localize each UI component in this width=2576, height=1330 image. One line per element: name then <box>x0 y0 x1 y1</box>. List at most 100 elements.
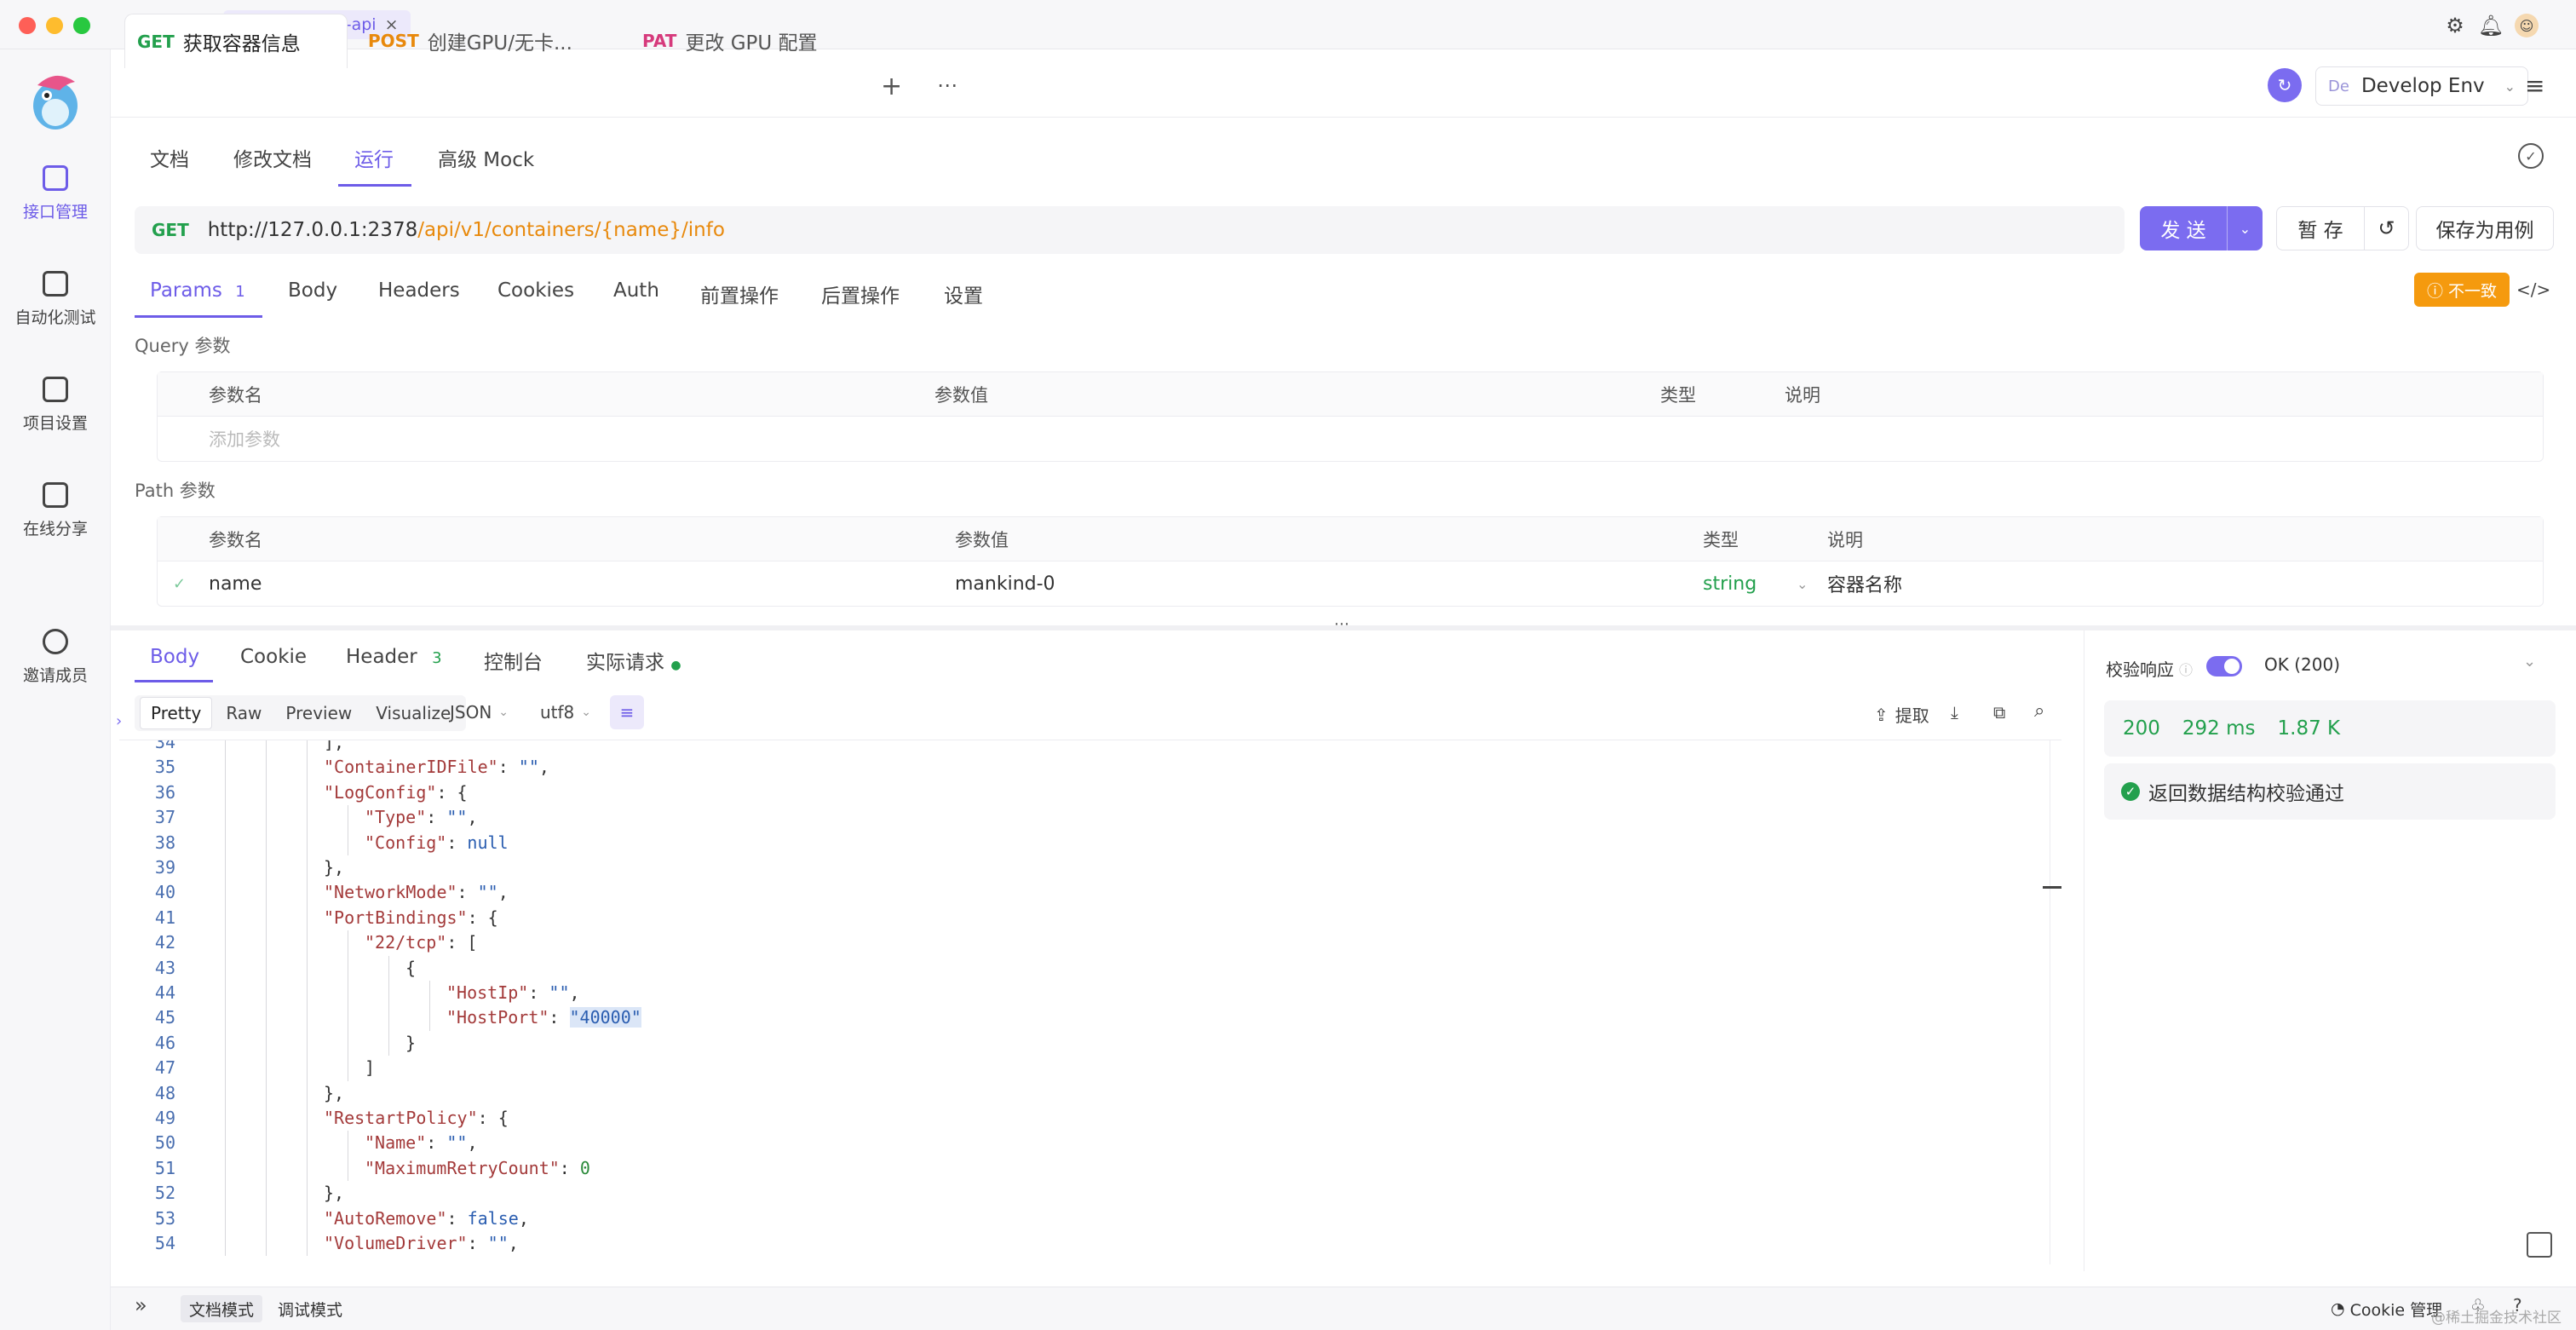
extract-button[interactable]: ⇪ 提取 <box>1874 702 1929 727</box>
add-param-input[interactable]: 添加参数 <box>209 417 280 461</box>
copy-icon[interactable]: ⧉ <box>1993 702 2005 723</box>
param-name[interactable]: name <box>209 561 262 606</box>
settings-icon[interactable]: ⚙ <box>2443 14 2467 37</box>
environment-select[interactable]: De Develop Env ⌄ <box>2315 66 2528 106</box>
indent-guide <box>266 1056 267 1081</box>
request-tab-create-gpu[interactable]: POST 创建GPU/无卡... <box>356 14 629 68</box>
sidebar-item-project-settings[interactable]: 项目设置 <box>0 358 111 452</box>
tab-pre-actions[interactable]: 前置操作 <box>700 279 779 308</box>
tab-settings[interactable]: 设置 <box>944 279 983 308</box>
chevron-down-icon[interactable]: ⌄ <box>2523 653 2536 671</box>
resp-tab-header[interactable]: Header 3 <box>346 646 442 668</box>
code-icon[interactable]: </> <box>2516 279 2550 300</box>
tab-post-actions[interactable]: 后置操作 <box>821 279 900 308</box>
indent-guide <box>388 955 389 981</box>
tab-params[interactable]: Params 1 <box>150 279 245 302</box>
send-options-chevron-icon[interactable]: ⌄ <box>2227 206 2263 250</box>
expand-sidebar-icon[interactable]: » <box>135 1293 147 1317</box>
view-tab-preview[interactable]: Preview <box>275 698 362 728</box>
help-icon[interactable]: ⓘ <box>2179 659 2193 679</box>
sidebar-item-label: 在线分享 <box>22 519 88 538</box>
sidebar-item-online-share[interactable]: 在线分享 <box>0 463 111 557</box>
inconsistent-badge[interactable]: ⓘ 不一致 <box>2414 273 2510 307</box>
method-badge: POST <box>368 31 419 51</box>
param-value[interactable]: mankind-0 <box>955 561 1055 606</box>
method-badge: PAT <box>642 31 677 51</box>
expand-icon[interactable]: › <box>116 712 122 730</box>
sidebar-item-auto-test[interactable]: 自动化测试 <box>0 252 111 346</box>
line-number: 35 <box>154 757 175 778</box>
indent-guide <box>225 905 226 931</box>
validate-toggle[interactable] <box>2206 656 2242 677</box>
indent-guide <box>307 1231 308 1257</box>
tab-headers[interactable]: Headers <box>378 279 460 302</box>
url-bar[interactable]: GET http://127.0.0.1:2378/api/v1/contain… <box>135 206 2125 254</box>
save-temp-button[interactable]: 暂 存 <box>2276 206 2365 250</box>
request-tab-patch-gpu[interactable]: PAT 更改 GPU 配置 <box>630 14 860 68</box>
tab-cookies[interactable]: Cookies <box>497 279 574 302</box>
url-method[interactable]: GET <box>152 220 189 240</box>
indent-guide <box>225 1131 226 1156</box>
line-number: 50 <box>154 1132 175 1154</box>
reset-icon[interactable]: ↺ <box>2365 206 2409 250</box>
tab-advanced-mock[interactable]: 高级 Mock <box>438 143 534 172</box>
tab-edit-docs[interactable]: 修改文档 <box>233 143 312 172</box>
line-number: 43 <box>154 957 175 978</box>
code-scrollbar[interactable] <box>2050 740 2061 1264</box>
view-tab-raw[interactable]: Raw <box>216 698 272 728</box>
indent-guide <box>225 1030 226 1057</box>
more-tabs-icon[interactable]: ⋯ <box>937 73 957 97</box>
table-row: ✓ name mankind-0 string ⌄ 容器名称 <box>158 561 2543 606</box>
chevron-down-icon[interactable]: ⌄ <box>1797 561 1808 606</box>
checkbox-icon[interactable]: ✓ <box>173 561 186 606</box>
indent-guide <box>225 1155 226 1182</box>
indent-guide <box>388 1030 389 1057</box>
format-select[interactable]: JSON ⌄ <box>450 702 509 723</box>
tab-body[interactable]: Body <box>288 279 337 302</box>
resp-tab-body[interactable]: Body <box>150 646 199 668</box>
resp-tab-actual-request[interactable]: 实际请求 ● <box>586 646 681 675</box>
indent-guide <box>307 955 308 981</box>
minimize-window-button[interactable] <box>46 17 63 34</box>
request-tab-get-container[interactable]: GET 获取容器信息 <box>124 14 348 68</box>
history-icon[interactable]: ✓ <box>2518 143 2544 169</box>
chevron-down-icon: ⌄ <box>2504 78 2516 95</box>
response-body-code[interactable]: 34], 35 "ContainerIDFile": "", 36 "LogConfig… <box>119 740 2061 1264</box>
add-tab-icon[interactable]: + <box>881 72 902 101</box>
indent-guide <box>307 930 308 956</box>
indent-guide <box>307 1206 308 1231</box>
search-icon[interactable]: ⌕ <box>2034 700 2044 722</box>
save-as-case-button[interactable]: 保存为用例 <box>2416 206 2554 250</box>
doc-mode-button[interactable]: 文档模式 <box>181 1295 263 1322</box>
view-tab-visualize[interactable]: Visualize <box>365 698 461 728</box>
download-icon[interactable]: ⤓ <box>1951 702 1958 723</box>
close-window-button[interactable] <box>19 17 36 34</box>
code-line: "22/tcp": [ <box>365 932 478 953</box>
param-type[interactable]: string <box>1703 561 1757 606</box>
resp-tab-cookie[interactable]: Cookie <box>240 646 307 668</box>
sync-icon[interactable]: ↻ <box>2268 68 2302 102</box>
menu-icon[interactable]: ≡ <box>2525 72 2544 100</box>
indent-guide <box>307 905 308 931</box>
tab-auth[interactable]: Auth <box>613 279 659 302</box>
chevron-down-icon: ⌄ <box>581 705 592 719</box>
resp-tab-console[interactable]: 控制台 <box>484 646 543 675</box>
sidebar-item-invite-members[interactable]: 邀请成员 <box>0 610 111 704</box>
encoding-select[interactable]: utf8 ⌄ <box>540 702 591 723</box>
avatar[interactable]: ☺ <box>2515 14 2539 37</box>
wrap-lines-icon[interactable]: ≡ <box>610 695 644 729</box>
param-desc[interactable]: 容器名称 <box>1827 561 1902 606</box>
send-button[interactable]: 发 送 ⌄ <box>2140 206 2263 250</box>
tab-run[interactable]: 运行 <box>354 143 394 172</box>
layout-toggle-icon[interactable] <box>2527 1232 2552 1258</box>
sidebar-item-api-management[interactable]: 接口管理 <box>0 147 111 240</box>
tab-docs[interactable]: 文档 <box>150 143 189 172</box>
maximize-window-button[interactable] <box>73 17 90 34</box>
validate-status: OK (200) <box>2264 654 2340 675</box>
bell-icon[interactable]: 🔔︎ <box>2478 14 2504 37</box>
request-tab-label: 创建GPU/无卡... <box>427 32 572 55</box>
view-tab-pretty[interactable]: Pretty <box>140 697 213 729</box>
line-number: 40 <box>154 882 175 903</box>
header-count-badge: 3 <box>432 649 442 667</box>
debug-mode-button[interactable]: 调试模式 <box>269 1295 351 1322</box>
